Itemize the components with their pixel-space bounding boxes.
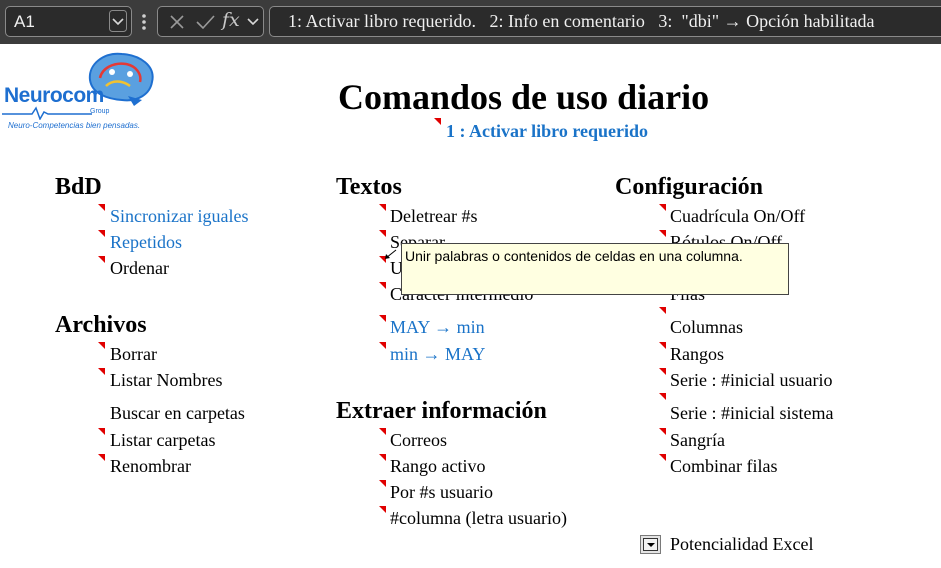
comment-indicator[interactable] (659, 428, 666, 435)
command-repetidos[interactable]: Repetidos (110, 232, 182, 253)
comment-indicator[interactable] (434, 118, 441, 125)
command-por-numeros-usuario[interactable]: Por #s usuario (390, 482, 493, 503)
formula-input[interactable]: 1: Activar libro requerido. 2: Info en c… (269, 6, 941, 37)
logo-group: Group (90, 108, 110, 115)
section-heading-configuracion: Configuración (615, 174, 764, 200)
pulse-line-icon (2, 106, 92, 120)
comment-indicator[interactable] (379, 506, 386, 513)
comment-indicator[interactable] (379, 428, 386, 435)
comment-indicator[interactable] (98, 204, 105, 211)
command-ordenar[interactable]: Ordenar (110, 258, 169, 279)
command-listar-carpetas[interactable]: Listar carpetas (110, 430, 215, 451)
comment-indicator[interactable] (98, 256, 105, 263)
section-heading-archivos: Archivos (55, 312, 147, 338)
comment-indicator[interactable] (659, 230, 666, 237)
cancel-icon[interactable] (168, 13, 186, 31)
chevron-down-icon[interactable] (109, 10, 127, 32)
section-heading-extraer: Extraer información (336, 398, 547, 424)
comment-indicator[interactable] (659, 454, 666, 461)
comment-indicator[interactable] (379, 230, 386, 237)
section-heading-textos: Textos (336, 174, 402, 200)
comment-indicator[interactable] (379, 204, 386, 211)
command-listar-nombres[interactable]: Listar Nombres (110, 370, 222, 391)
command-columnas[interactable]: Columnas (670, 317, 743, 338)
logo-brand: Neurocom (4, 84, 104, 107)
comment-indicator[interactable] (379, 480, 386, 487)
command-rango-activo[interactable]: Rango activo (390, 456, 485, 477)
insert-function-button[interactable]: fx (222, 9, 240, 31)
command-sangria[interactable]: Sangría (670, 430, 725, 451)
formula-bar: A1 fx 1: Activar libro requerido. 2: Inf… (0, 0, 941, 44)
command-serie-inicial-sistema[interactable]: Serie : #inicial sistema (670, 403, 833, 424)
comment-indicator[interactable] (659, 342, 666, 349)
comment-indicator[interactable] (379, 315, 386, 322)
command-buscar-en-carpetas[interactable]: Buscar en carpetas (110, 403, 245, 424)
name-box[interactable]: A1 (5, 6, 132, 37)
dropdown-button[interactable] (640, 535, 661, 554)
footer-label: Potencialidad Excel (670, 534, 814, 554)
comment-indicator[interactable] (379, 454, 386, 461)
comment-tooltip: Unir palabras o contenidos de celdas en … (401, 243, 789, 295)
comment-indicator[interactable] (659, 368, 666, 375)
name-box-value: A1 (14, 12, 35, 31)
check-icon[interactable] (194, 13, 216, 31)
command-renombrar[interactable]: Renombrar (110, 456, 191, 477)
dropdown-arrow-icon (643, 538, 658, 551)
command-combinar-filas[interactable]: Combinar filas (670, 456, 777, 477)
comment-indicator[interactable] (98, 428, 105, 435)
page-title: Comandos de uso diario (338, 77, 710, 117)
formula-buttons: fx (157, 6, 264, 37)
command-deletrear[interactable]: Deletrear #s (390, 206, 477, 227)
command-cuadricula[interactable]: Cuadrícula On/Off (670, 206, 805, 227)
chevron-down-icon[interactable] (246, 16, 260, 28)
comment-indicator[interactable] (659, 307, 666, 314)
comment-indicator[interactable] (98, 368, 105, 375)
comment-indicator[interactable] (98, 454, 105, 461)
comment-indicator[interactable] (659, 204, 666, 211)
more-options-icon[interactable] (139, 11, 149, 33)
comment-indicator[interactable] (659, 393, 666, 400)
comment-indicator[interactable] (98, 230, 105, 237)
tooltip-pointer-icon (385, 249, 397, 259)
command-rangos[interactable]: Rangos (670, 344, 724, 365)
company-logo: Neurocom Group Neuro-Competencias bien p… (0, 48, 160, 138)
command-sincronizar-iguales[interactable]: Sincronizar iguales (110, 206, 248, 227)
comment-indicator[interactable] (379, 282, 386, 289)
command-may-min[interactable]: MAY → min (390, 317, 485, 338)
command-correos[interactable]: Correos (390, 430, 447, 451)
comment-indicator[interactable] (98, 342, 105, 349)
command-min-may[interactable]: min → MAY (390, 344, 485, 365)
command-serie-inicial-usuario[interactable]: Serie : #inicial usuario (670, 370, 832, 391)
subtitle-link[interactable]: 1 : Activar libro requerido (446, 121, 648, 142)
logo-tagline: Neuro-Competencias bien pensadas. (8, 121, 141, 130)
command-borrar[interactable]: Borrar (110, 344, 157, 365)
section-heading-bdd: BdD (55, 174, 102, 200)
command-columna-letra-usuario[interactable]: #columna (letra usuario) (390, 508, 567, 529)
comment-indicator[interactable] (379, 342, 386, 349)
